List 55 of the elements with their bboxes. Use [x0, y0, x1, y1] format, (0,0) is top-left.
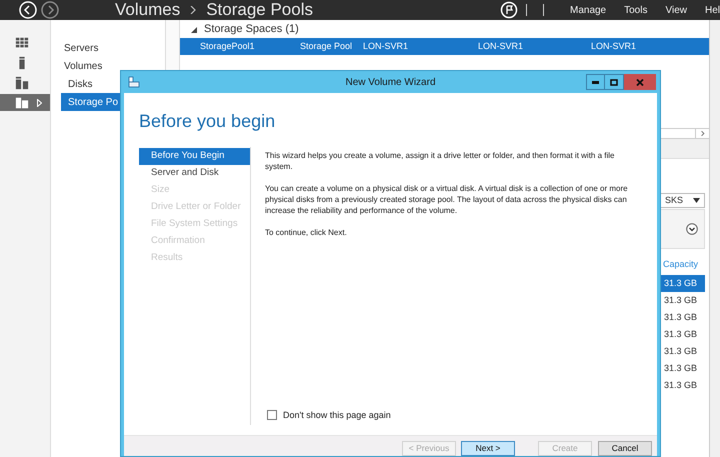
- wizard-app-icon: [128, 76, 140, 88]
- group-header[interactable]: Storage Spaces (1): [180, 21, 709, 38]
- body-text: This wizard helps you create a volume, assign it a drive letter or folder, and then format it with a file system.: [265, 150, 616, 172]
- page-heading: Before you begin: [139, 110, 276, 132]
- forward-icon[interactable]: [40, 1, 60, 19]
- table-row[interactable]: StoragePool1 Storage Pool LON-SVR1 LON-SVR1 LON-SVR1: [180, 38, 709, 55]
- table-cell-text: LON-SVR1: [363, 40, 410, 53]
- menu-item[interactable]: Hel: [704, 2, 720, 18]
- servers-icon[interactable]: [15, 96, 29, 110]
- menu-item[interactable]: View: [665, 2, 687, 18]
- dropdown-arrow-icon: [693, 198, 700, 203]
- breadcrumb-item[interactable]: Volumes: [115, 0, 180, 23]
- maximize-button[interactable]: [605, 74, 624, 90]
- minimize-button[interactable]: [586, 74, 605, 90]
- sidebar-tab[interactable]: [0, 94, 50, 111]
- menu-item[interactable]: Manage: [570, 2, 606, 18]
- close-icon: [636, 78, 644, 86]
- maximize-icon: [610, 78, 618, 86]
- table-cell-text: LON-SVR1: [591, 40, 638, 53]
- expand-circle-icon[interactable]: [686, 223, 698, 235]
- flag-icon[interactable]: [500, 1, 518, 19]
- window-title: New Volume Wizard: [344, 76, 437, 90]
- breadcrumb-item[interactable]: Storage Pools: [206, 0, 313, 23]
- minimize-icon: [592, 80, 599, 84]
- nav-item[interactable]: Servers: [61, 39, 165, 57]
- table-cell[interactable]: 31.3 GB: [659, 309, 705, 326]
- servers-icon[interactable]: [15, 76, 29, 90]
- table-cell[interactable]: 31.3 GB: [659, 360, 705, 377]
- table-cell[interactable]: 31.3 GB: [659, 343, 705, 360]
- caret-icon: [37, 98, 42, 106]
- table-cell[interactable]: 31.3 GB: [659, 377, 705, 394]
- table-cell[interactable]: 31.3 GB: [659, 292, 705, 309]
- wizard-button[interactable]: Next >: [461, 441, 515, 456]
- table-cell-text: Storage Pool: [300, 40, 354, 53]
- column-header[interactable]: Capacity: [659, 258, 705, 274]
- menu-item[interactable]: Tools: [624, 2, 648, 18]
- wizard-step[interactable]: Before You Begin: [139, 148, 250, 165]
- body-text: You can create a volume on a physical disk or a virtual disk. A virtual disk is a collection of one or more physical disks from a previously created storage pool. The layout of data across the physical disks can increase the reliability and performance of the volume.: [265, 183, 629, 216]
- scrollbar-track[interactable]: [710, 20, 720, 457]
- wizard-button[interactable]: Cancel: [598, 441, 652, 456]
- table-cell-text: StoragePool1: [199, 40, 256, 53]
- expanded-triangle-icon: [191, 26, 197, 32]
- close-button[interactable]: [624, 74, 656, 90]
- table-cell-text: LON-SVR1: [478, 40, 524, 53]
- chevron-icon: [190, 6, 196, 14]
- table-cell[interactable]: 31.3 GB: [659, 275, 705, 292]
- dropdown-value: SKS: [664, 194, 684, 207]
- wizard-step[interactable]: Server and Disk: [139, 165, 250, 182]
- table-cell[interactable]: 31.3 GB: [659, 326, 705, 343]
- checkbox[interactable]: [267, 410, 277, 420]
- checkbox-label[interactable]: Don't show this page again: [283, 408, 391, 422]
- back-icon[interactable]: [18, 1, 38, 19]
- nav-item[interactable]: Volumes: [61, 57, 165, 75]
- grid-icon[interactable]: [15, 36, 29, 50]
- body-text: To continue, click Next.: [265, 227, 348, 238]
